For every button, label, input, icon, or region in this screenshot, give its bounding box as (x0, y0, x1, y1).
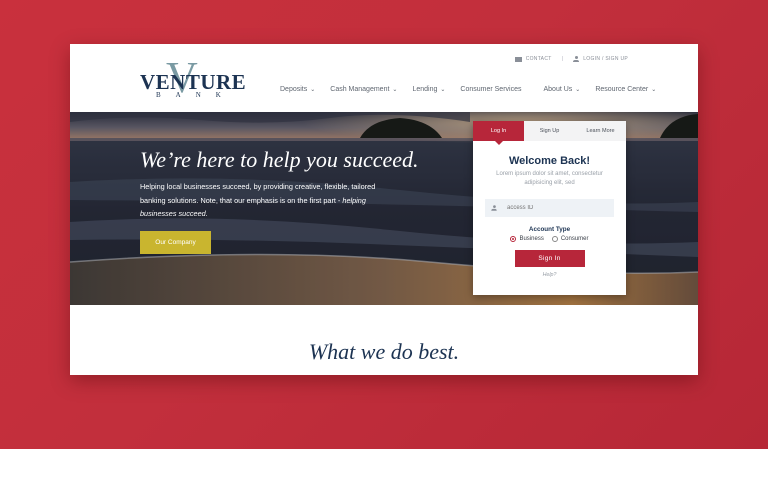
nav-item-resource-center[interactable]: Resource Center ⌄ (595, 86, 656, 93)
radio-empty-icon (551, 236, 558, 242)
hero-headline: We’re here to help you succeed. (140, 147, 419, 172)
envelope-icon (514, 56, 522, 62)
sign-in-button[interactable]: Sign In (514, 250, 585, 267)
tab-sign-up[interactable]: Sign Up (524, 121, 575, 141)
login-link[interactable]: LOGIN / SIGN UP (573, 56, 628, 62)
help-link[interactable]: Help? (473, 272, 626, 278)
utility-links: CONTACT | LOGIN / SIGN UP (514, 56, 628, 62)
nav-label: Resource Center (595, 86, 649, 93)
tab-log-in[interactable]: Log In (473, 121, 524, 145)
user-icon (573, 56, 580, 62)
login-panel: Log In Sign Up Learn More Welcome Back! … (473, 121, 626, 295)
radio-business[interactable]: Business (510, 236, 544, 242)
nav-item-about-us[interactable]: About Us ⌄ (543, 86, 580, 93)
nav-item-consumer-services[interactable]: Consumer Services (460, 86, 521, 93)
account-type-options: Business Consumer (473, 236, 626, 242)
access-id-input[interactable] (507, 205, 597, 211)
main-nav: Deposits ⌄ Cash Management ⌄ Lending ⌄ Cons… (280, 86, 671, 93)
utility-separator: | (561, 56, 564, 62)
website-mockup: V VENTURE BANK CONTACT | LOGIN / SIGN UP… (70, 44, 698, 375)
contact-label: CONTACT (525, 56, 552, 62)
chevron-down-icon: ⌄ (392, 87, 398, 93)
logo-sub: BANK (156, 91, 236, 99)
nav-label: Deposits (280, 86, 308, 93)
nav-label: Lending (412, 86, 438, 93)
account-type-label: Account Type (528, 226, 571, 233)
access-id-field[interactable] (485, 199, 614, 217)
nav-label: Cash Management (330, 86, 390, 93)
chevron-down-icon: ⌄ (310, 87, 316, 93)
radio-label: Consumer (560, 236, 589, 242)
user-icon (491, 205, 497, 211)
nav-label: About Us (543, 86, 573, 93)
login-tabs: Log In Sign Up Learn More (473, 121, 626, 145)
login-description: Lorem ipsum dolor sit amet, consectetur … (496, 171, 603, 186)
logo[interactable]: V VENTURE BANK (140, 56, 246, 100)
radio-selected-icon (510, 236, 517, 242)
nav-item-cash-management[interactable]: Cash Management ⌄ (330, 86, 397, 93)
login-label: LOGIN / SIGN UP (583, 56, 628, 62)
nav-label: Consumer Services (460, 86, 522, 93)
section-title: What we do best. (308, 339, 460, 364)
radio-consumer[interactable]: Consumer (551, 236, 589, 242)
chevron-down-icon: ⌄ (440, 87, 446, 93)
chevron-down-icon: ⌄ (651, 87, 657, 93)
hero-subtext-plain: Helping local businesses succeed, by pro… (140, 182, 376, 205)
chevron-down-icon: ⌄ (575, 87, 581, 93)
page-bottom-strip (0, 449, 768, 489)
tab-learn-more[interactable]: Learn More (575, 121, 626, 141)
our-company-button[interactable]: Our Company (140, 231, 211, 254)
hero-subtext: Helping local businesses succeed, by pro… (140, 180, 402, 221)
nav-item-lending[interactable]: Lending ⌄ (412, 86, 445, 93)
nav-item-deposits[interactable]: Deposits ⌄ (280, 86, 315, 93)
radio-label: Business (519, 236, 544, 242)
contact-link[interactable]: CONTACT (514, 56, 552, 62)
login-title: Welcome Back! (508, 155, 591, 167)
